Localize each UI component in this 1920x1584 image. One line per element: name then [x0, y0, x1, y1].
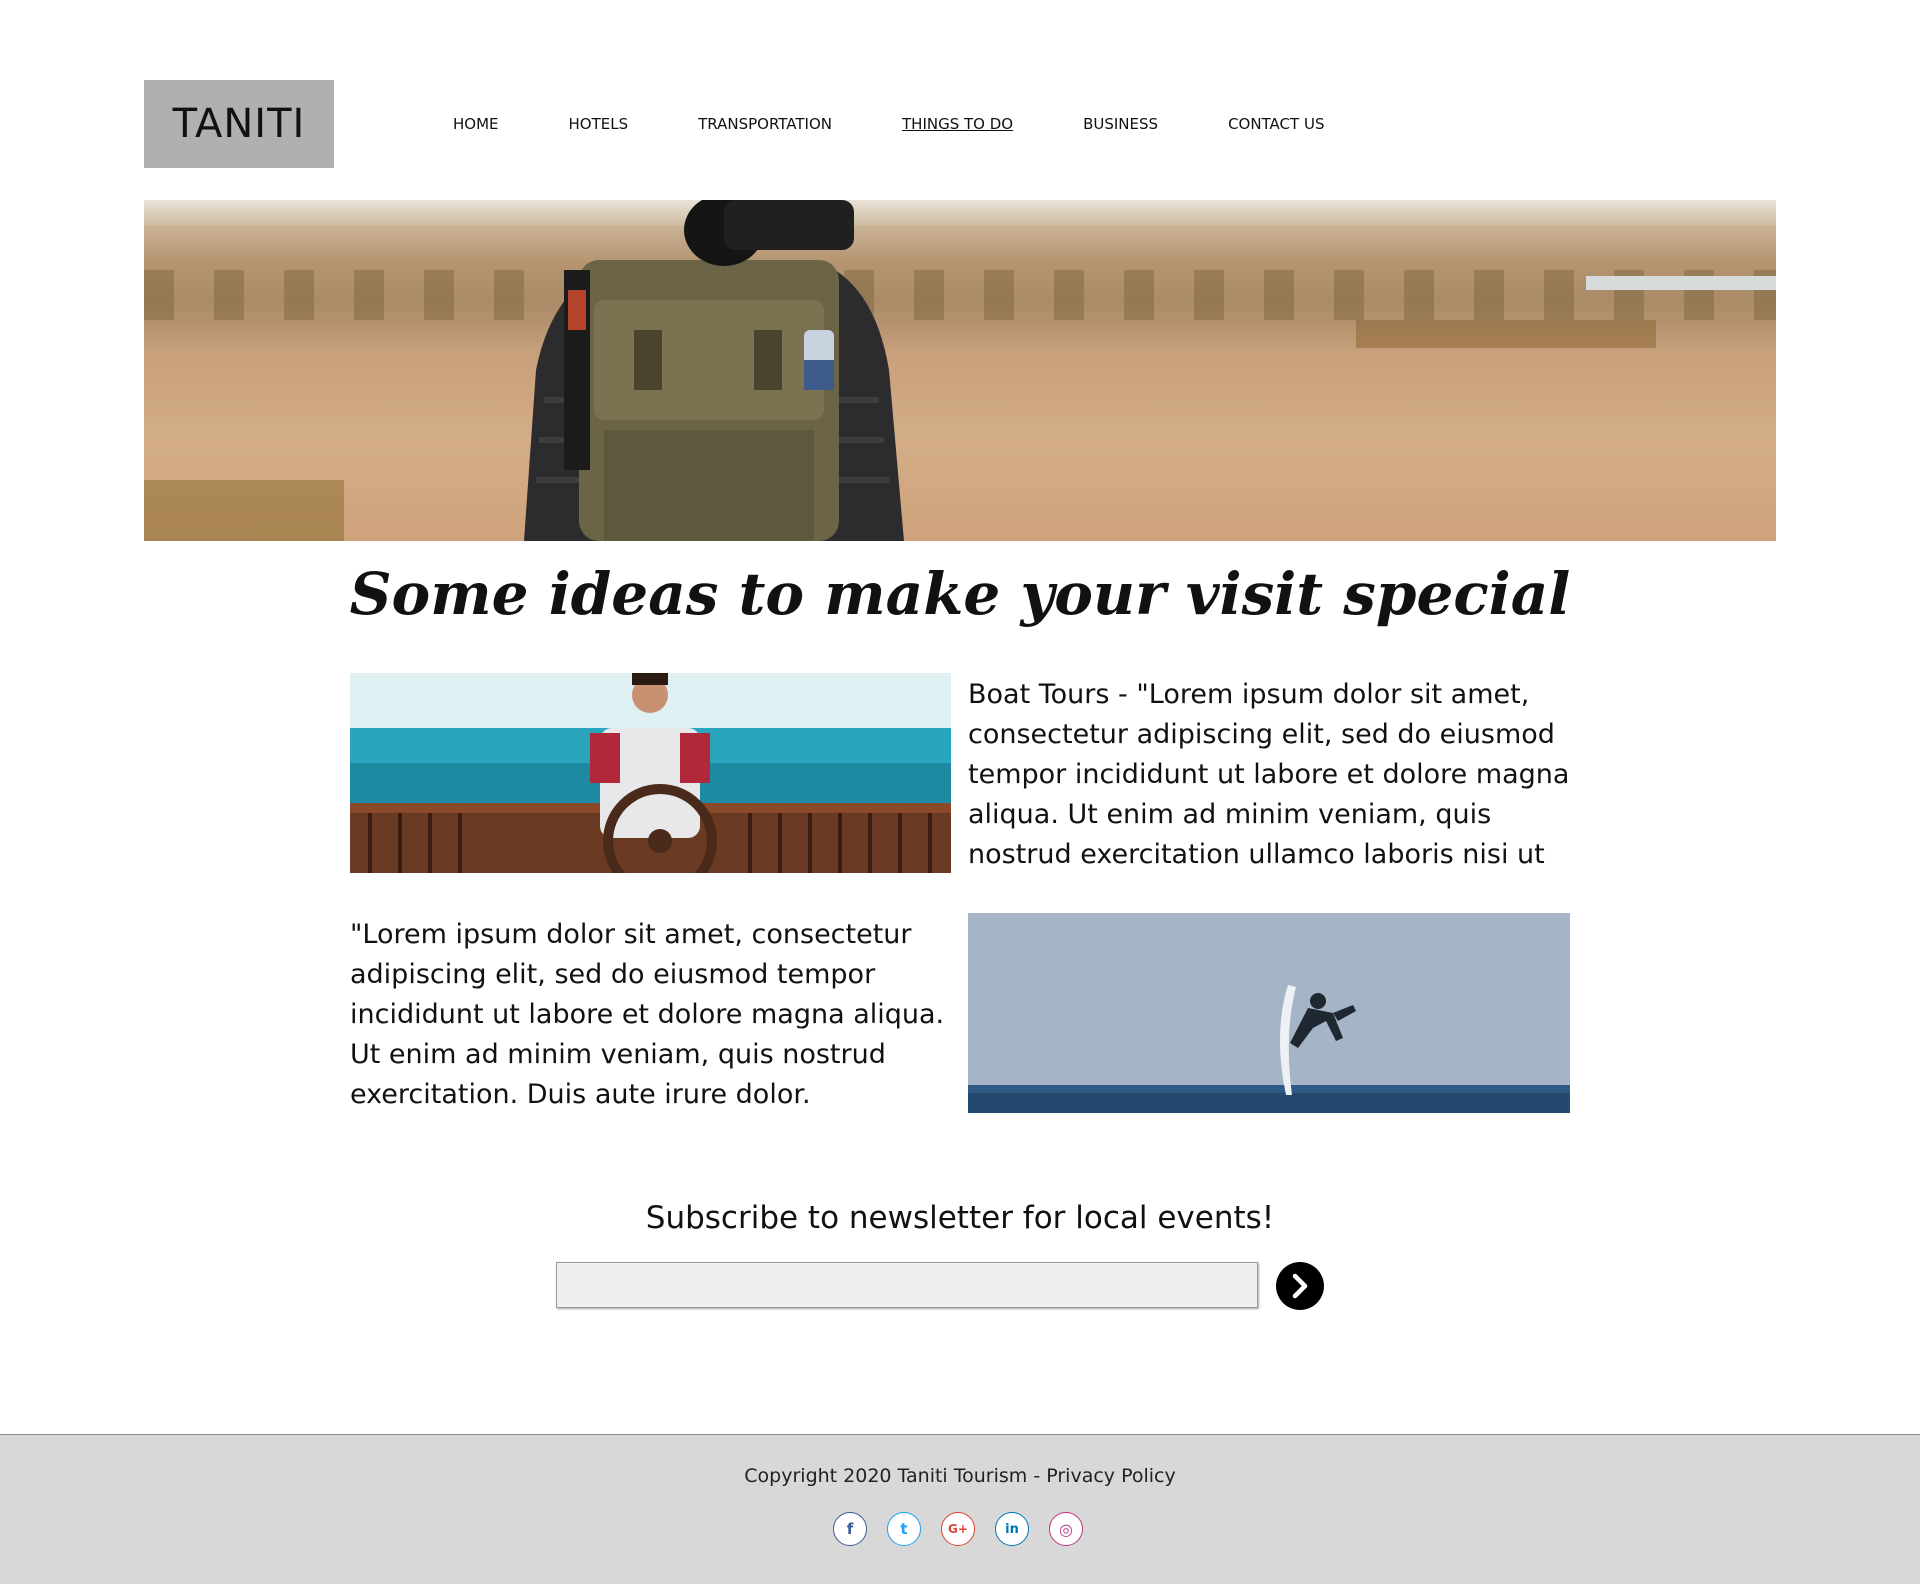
instagram-icon[interactable]: ◎	[1049, 1512, 1083, 1546]
google-plus-icon[interactable]: G+	[941, 1512, 975, 1546]
page: TANITI HOME HOTELS TRANSPORTATION THINGS…	[0, 0, 1920, 1584]
linkedin-icon[interactable]: in	[995, 1512, 1029, 1546]
section-title: Some ideas to make your visit special	[349, 560, 1571, 628]
nav-home[interactable]: HOME	[453, 115, 499, 133]
copyright-text: Copyright 2020 Taniti Tourism	[744, 1465, 1034, 1487]
newsletter-submit-button[interactable]	[1276, 1262, 1324, 1310]
surfing-description: "Lorem ipsum dolor sit amet, consectetur…	[350, 919, 945, 1110]
social-links: f t G+ in ◎	[833, 1512, 1103, 1546]
site-logo[interactable]: TANITI	[144, 80, 334, 168]
hero-image	[144, 200, 1776, 541]
copyright-separator: -	[1033, 1465, 1047, 1487]
chevron-right-icon	[1292, 1273, 1308, 1299]
nav-things-to-do[interactable]: THINGS TO DO	[902, 115, 1013, 133]
hiker-with-backpack-illustration	[524, 200, 904, 541]
main-nav: HOME HOTELS TRANSPORTATION THINGS TO DO …	[453, 112, 1394, 136]
nav-transportation[interactable]: TRANSPORTATION	[698, 115, 832, 133]
twitter-icon[interactable]: t	[887, 1512, 921, 1546]
boat-tour-image	[350, 673, 951, 873]
facebook-icon[interactable]: f	[833, 1512, 867, 1546]
privacy-policy-link[interactable]: Privacy Policy	[1046, 1465, 1175, 1487]
surfing-image	[968, 913, 1570, 1113]
copyright-line: Copyright 2020 Taniti Tourism - Privacy …	[0, 1465, 1920, 1487]
boat-tours-description: Boat Tours - "Lorem ipsum dolor sit amet…	[968, 679, 1570, 870]
newsletter-email-input[interactable]	[556, 1262, 1258, 1308]
nav-contact-us[interactable]: CONTACT US	[1228, 115, 1324, 133]
site-footer: Copyright 2020 Taniti Tourism - Privacy …	[0, 1434, 1920, 1584]
nav-hotels[interactable]: HOTELS	[569, 115, 629, 133]
newsletter-title: Subscribe to newsletter for local events…	[645, 1200, 1275, 1236]
nav-business[interactable]: BUSINESS	[1083, 115, 1158, 133]
